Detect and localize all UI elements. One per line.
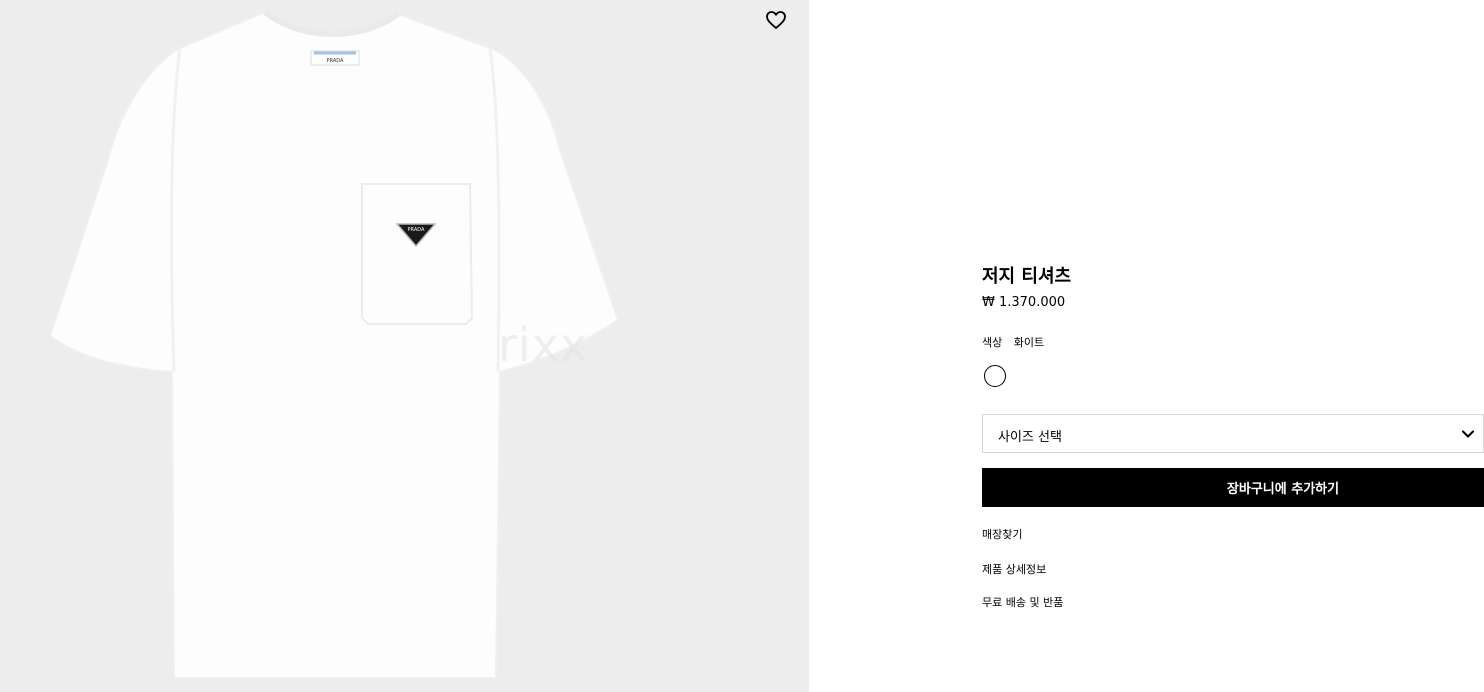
product-title: 저지 티셔츠 <box>982 266 1072 287</box>
store-locator-link[interactable]: 매장찾기 <box>982 526 1022 542</box>
pocket <box>361 183 474 325</box>
color-row: 색상 화이트 <box>982 334 1044 350</box>
product-image: PRADA PRADA <box>0 0 809 692</box>
wishlist-heart-icon[interactable] <box>764 8 788 32</box>
add-to-cart-label: 장바구니에 추가하기 <box>1226 482 1340 497</box>
product-details-link[interactable]: 제품 상세정보 <box>982 561 1046 577</box>
size-select-placeholder: 사이즈 선택 <box>998 430 1062 445</box>
product-info-panel: 저지 티셔츠 ₩ 1.370.000 색상 화이트 사이즈 선택 장바구니에 추… <box>982 0 1484 692</box>
color-swatch-white[interactable] <box>984 365 1006 387</box>
product-price: ₩ 1.370.000 <box>982 295 1066 310</box>
color-value: 화이트 <box>1013 336 1045 349</box>
chevron-down-icon <box>1462 430 1474 438</box>
product-image-panel: PRADA PRADA rixx <box>0 0 809 692</box>
watermark: rixx <box>498 318 589 372</box>
color-label: 색상 <box>982 336 1003 349</box>
svg-text:PRADA: PRADA <box>408 227 425 233</box>
add-to-cart-button[interactable]: 장바구니에 추가하기 <box>982 468 1484 507</box>
svg-text:PRADA: PRADA <box>327 58 344 64</box>
shipping-returns-link[interactable]: 무료 배송 및 반품 <box>982 594 1063 610</box>
size-select-dropdown[interactable]: 사이즈 선택 <box>982 414 1484 453</box>
